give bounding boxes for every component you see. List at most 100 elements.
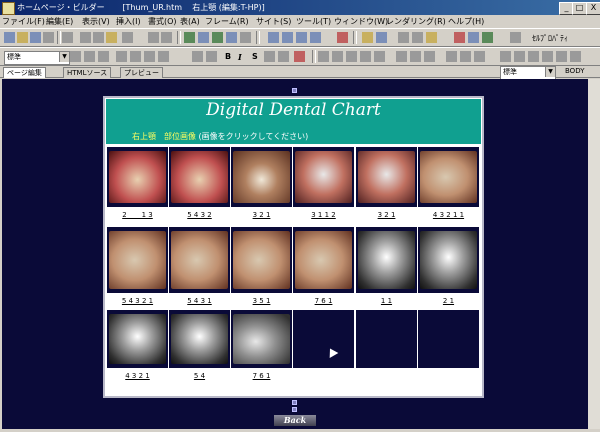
tooth-label-link[interactable]: 5 4 3 1 [169, 293, 230, 309]
table-col-icon[interactable] [346, 51, 357, 62]
close-button[interactable]: X [586, 2, 600, 15]
maximize-button[interactable]: □ [572, 2, 587, 15]
tooth-label-link[interactable]: 2 ___ 1 3 [107, 207, 168, 223]
thumbnail-cell[interactable] [231, 310, 292, 368]
tab-preview[interactable]: プレビュー [120, 67, 163, 78]
thumbnail-cell[interactable] [418, 227, 479, 293]
tooth-label-link[interactable]: 5 4 3 2 [169, 207, 230, 223]
cell-properties-label[interactable]: ｾﾙﾌﾟﾛﾊﾟﾃｨ [532, 33, 568, 44]
xray-thumbnail[interactable] [420, 231, 477, 289]
strike-button[interactable]: S [252, 52, 258, 61]
menu-view[interactable]: 表示(V) [82, 16, 110, 27]
save-icon[interactable] [30, 32, 41, 43]
tooth-label-link[interactable]: 1 1 [356, 293, 417, 309]
menu-tools[interactable]: ツール(T) [296, 16, 331, 27]
thumbnail-cell[interactable] [293, 147, 354, 207]
back-button[interactable]: Back [274, 415, 316, 426]
photo-thumbnail[interactable] [358, 151, 415, 203]
menu-format[interactable]: 書式(O) [148, 16, 177, 27]
tooth-label-link[interactable]: 4 3 2 1 [107, 368, 168, 384]
tooth-label-link[interactable]: 4 3 2 1 1 [418, 207, 479, 223]
thumbnail-cell[interactable] [231, 227, 292, 293]
layout-grid-icon[interactable] [310, 32, 321, 43]
indent-icon[interactable] [116, 51, 127, 62]
heading-icon[interactable] [206, 51, 217, 62]
font-size-up-icon[interactable] [264, 51, 275, 62]
new-page-icon[interactable] [4, 32, 15, 43]
merge-cells-icon[interactable] [360, 51, 371, 62]
color-icon[interactable] [337, 32, 348, 43]
tooth-label-link[interactable]: 5 4 [169, 368, 230, 384]
align-right-icon[interactable] [98, 51, 109, 62]
bold-button[interactable]: B [225, 52, 231, 61]
photo-thumbnail[interactable] [233, 151, 290, 203]
tooth-label-link[interactable]: 3 2 1 [231, 207, 292, 223]
xray-thumbnail[interactable] [233, 314, 290, 364]
menu-rendering[interactable]: レンダリング(R) [386, 16, 446, 27]
table-row-icon[interactable] [332, 51, 343, 62]
menu-file[interactable]: ファイル(F) [2, 16, 45, 27]
cell-padding-icon[interactable] [556, 51, 567, 62]
tooth-label-link[interactable]: 7 6 1 [231, 368, 292, 384]
thumbnail-cell[interactable] [356, 147, 417, 207]
thumbnail-cell[interactable] [169, 147, 230, 207]
photo-thumbnail[interactable] [171, 151, 228, 203]
xray-thumbnail[interactable] [171, 314, 228, 364]
pen-icon[interactable] [362, 32, 373, 43]
form-icon[interactable] [240, 32, 251, 43]
photo-thumbnail[interactable] [109, 231, 166, 289]
photo-thumbnail[interactable] [233, 231, 290, 289]
tooth-label-link[interactable]: 3 2 1 [356, 207, 417, 223]
find-icon[interactable] [122, 32, 133, 43]
xray-thumbnail[interactable] [358, 231, 415, 289]
cell-bg-icon[interactable] [542, 51, 553, 62]
hr-icon[interactable] [398, 32, 409, 43]
cell-align-center-icon[interactable] [410, 51, 421, 62]
cell-width-icon[interactable] [500, 51, 511, 62]
photo-thumbnail[interactable] [295, 151, 352, 203]
redo-icon[interactable] [161, 32, 172, 43]
cell-align-left-icon[interactable] [396, 51, 407, 62]
cell-spacing-icon[interactable] [570, 51, 581, 62]
tooth-label-link[interactable]: 3 1 1 2 [293, 207, 354, 223]
font-combo[interactable]: 標準 ▼ [4, 51, 70, 65]
align-left-icon[interactable] [70, 51, 81, 62]
cell-height-icon[interactable] [514, 51, 525, 62]
menu-table[interactable]: 表(A) [180, 16, 200, 27]
cell-valign-middle-icon[interactable] [460, 51, 471, 62]
cell-properties-icon[interactable] [510, 32, 521, 43]
photo-thumbnail[interactable] [171, 231, 228, 289]
cell-border-icon[interactable] [528, 51, 539, 62]
photo-thumbnail[interactable] [420, 151, 477, 203]
italic-button[interactable]: I [238, 52, 242, 62]
xray-thumbnail[interactable] [109, 314, 166, 364]
menu-insert[interactable]: 挿入(I) [116, 16, 141, 27]
print-icon[interactable] [43, 32, 54, 43]
cell-align-right-icon[interactable] [424, 51, 435, 62]
copy-icon[interactable] [93, 32, 104, 43]
menu-edit[interactable]: 編集(E) [46, 16, 73, 27]
open-folder-icon[interactable] [17, 32, 28, 43]
cut-icon[interactable] [80, 32, 91, 43]
anchor-icon[interactable] [198, 32, 209, 43]
menu-help[interactable]: ヘルプ(H) [448, 16, 484, 27]
tab-html-source[interactable]: HTMLソース [63, 67, 112, 78]
thumbnail-cell[interactable] [356, 227, 417, 293]
tooth-label-link[interactable]: 2 1 [418, 293, 479, 309]
globe-icon[interactable] [468, 32, 479, 43]
numbering-icon[interactable] [158, 51, 169, 62]
preview-icon[interactable] [62, 32, 73, 43]
menu-site[interactable]: サイト(S) [256, 16, 291, 27]
thumbnail-cell[interactable] [169, 227, 230, 293]
dropdown-arrow-icon[interactable] [376, 32, 387, 43]
layout-left-icon[interactable] [296, 32, 307, 43]
outdent-icon[interactable] [130, 51, 141, 62]
paragraph-icon[interactable] [192, 51, 203, 62]
split-cells-icon[interactable] [374, 51, 385, 62]
photo-thumbnail[interactable] [295, 231, 352, 289]
table-icon[interactable] [226, 32, 237, 43]
thumbnail-cell[interactable] [169, 310, 230, 368]
list-icon[interactable] [412, 32, 423, 43]
body-tag-label[interactable]: BODY [565, 67, 584, 75]
thumbnail-cell[interactable] [418, 147, 479, 207]
